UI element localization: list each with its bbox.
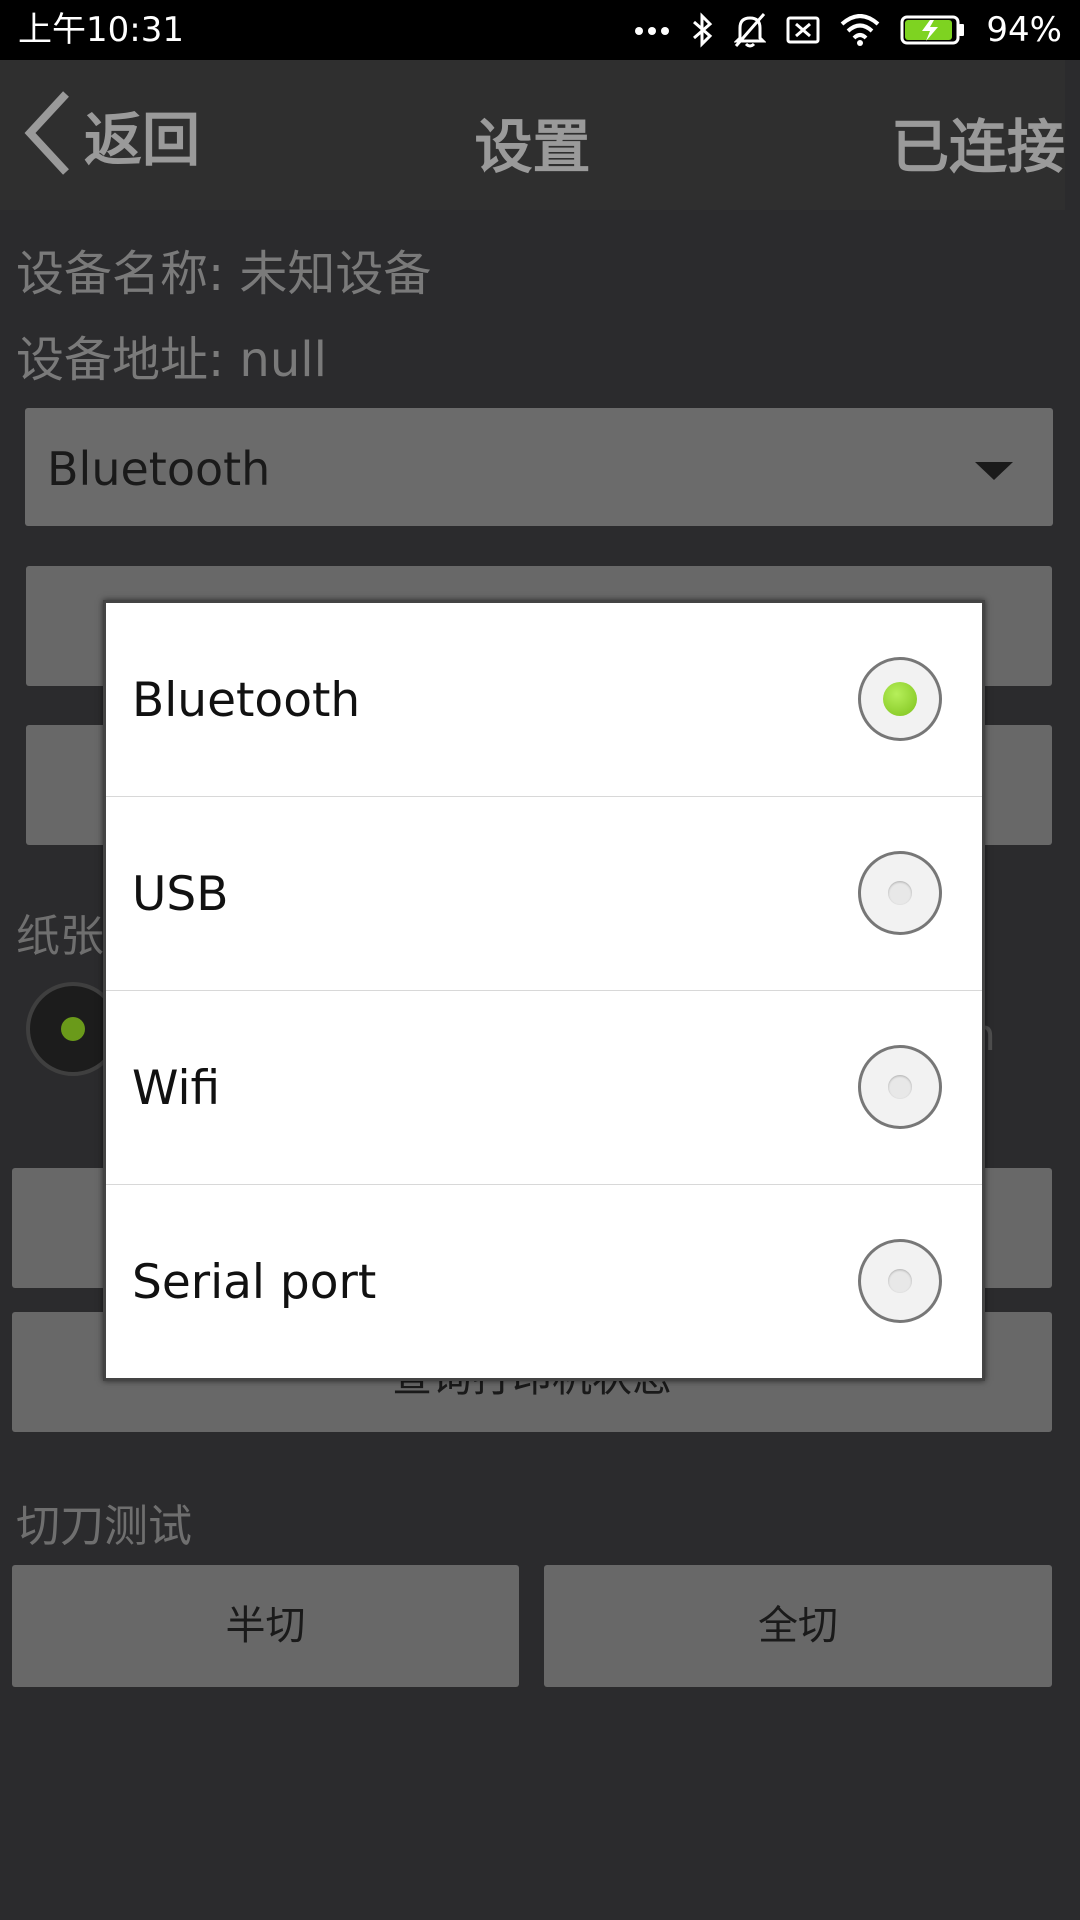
half-cut-label: 半切 — [225, 1603, 306, 1649]
radio-button[interactable] — [858, 851, 942, 935]
sim-off-icon — [786, 15, 820, 45]
connection-type-dialog: Bluetooth USB Wifi Serial port — [103, 600, 985, 1381]
radio-empty-dot — [888, 1075, 912, 1099]
radio-empty-dot — [888, 1269, 912, 1293]
battery-percent: 94% — [986, 10, 1062, 50]
radio-selected-dot — [883, 682, 917, 716]
option-usb[interactable]: USB — [106, 797, 982, 991]
radio-button-selected[interactable] — [858, 657, 942, 741]
connection-status: 已连接 — [890, 113, 1065, 181]
status-icons: 94% — [634, 6, 1062, 54]
wifi-icon — [840, 14, 880, 46]
connection-type-value: Bluetooth — [47, 442, 271, 496]
option-serial-port[interactable]: Serial port — [106, 1185, 982, 1379]
radio-button[interactable] — [858, 1045, 942, 1129]
half-cut-button[interactable]: 半切 — [12, 1565, 519, 1687]
radio-button[interactable] — [858, 1239, 942, 1323]
full-cut-label: 全切 — [758, 1603, 838, 1649]
status-bar: 上午10:31 94% — [0, 0, 1080, 60]
option-label: Wifi — [132, 1061, 221, 1116]
battery-charging-icon — [900, 14, 966, 46]
option-bluetooth[interactable]: Bluetooth — [106, 603, 982, 797]
dropdown-arrow-icon — [975, 462, 1013, 480]
option-wifi[interactable]: Wifi — [106, 991, 982, 1185]
option-label: Bluetooth — [132, 673, 361, 728]
connection-type-select[interactable]: Bluetooth — [25, 408, 1053, 526]
app-bar: 返回 设置 已连接 — [0, 60, 1065, 210]
more-dots-icon — [634, 24, 670, 36]
device-address-text: 设备地址: null — [16, 332, 327, 388]
radio-selected-dot — [61, 1017, 85, 1041]
status-time: 上午10:31 — [18, 10, 184, 50]
full-cut-button[interactable]: 全切 — [544, 1565, 1052, 1687]
radio-empty-dot — [888, 881, 912, 905]
option-label: Serial port — [132, 1255, 377, 1310]
bell-muted-icon — [734, 12, 767, 48]
cutter-section-label: 切刀测试 — [16, 1501, 192, 1552]
device-name-text: 设备名称: 未知设备 — [16, 246, 432, 302]
paper-section-label: 纸张 — [16, 911, 104, 962]
option-label: USB — [132, 867, 229, 922]
bluetooth-icon — [690, 12, 714, 48]
